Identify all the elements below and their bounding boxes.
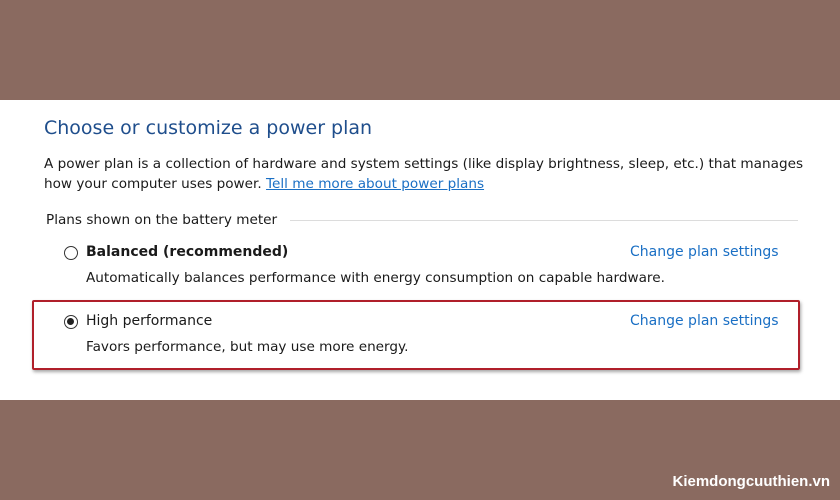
highlight-box [32, 300, 800, 370]
plans-group-label: Plans shown on the battery meter [46, 212, 278, 228]
plan-high-performance-change-settings-link[interactable]: Change plan settings [630, 313, 779, 329]
plan-high-performance-radio[interactable] [64, 315, 78, 329]
plan-high-performance-description: Favors performance, but may use more ene… [86, 339, 409, 355]
power-options-panel: Choose or customize a power plan A power… [0, 100, 840, 400]
plan-balanced-change-settings-link[interactable]: Change plan settings [630, 244, 779, 260]
plan-high-performance-label[interactable]: High performance [86, 313, 212, 329]
plan-balanced-radio[interactable] [64, 246, 78, 260]
plan-balanced-label[interactable]: Balanced (recommended) [86, 244, 288, 260]
screenshot-canvas: Choose or customize a power plan A power… [0, 0, 840, 500]
page-title: Choose or customize a power plan [44, 117, 373, 139]
group-divider [290, 220, 798, 221]
learn-more-link[interactable]: Tell me more about power plans [266, 176, 484, 192]
plan-balanced-description: Automatically balances performance with … [86, 270, 665, 286]
watermark-text: Kiemdongcuuthien.vn [672, 473, 831, 490]
page-description: A power plan is a collection of hardware… [44, 154, 814, 194]
